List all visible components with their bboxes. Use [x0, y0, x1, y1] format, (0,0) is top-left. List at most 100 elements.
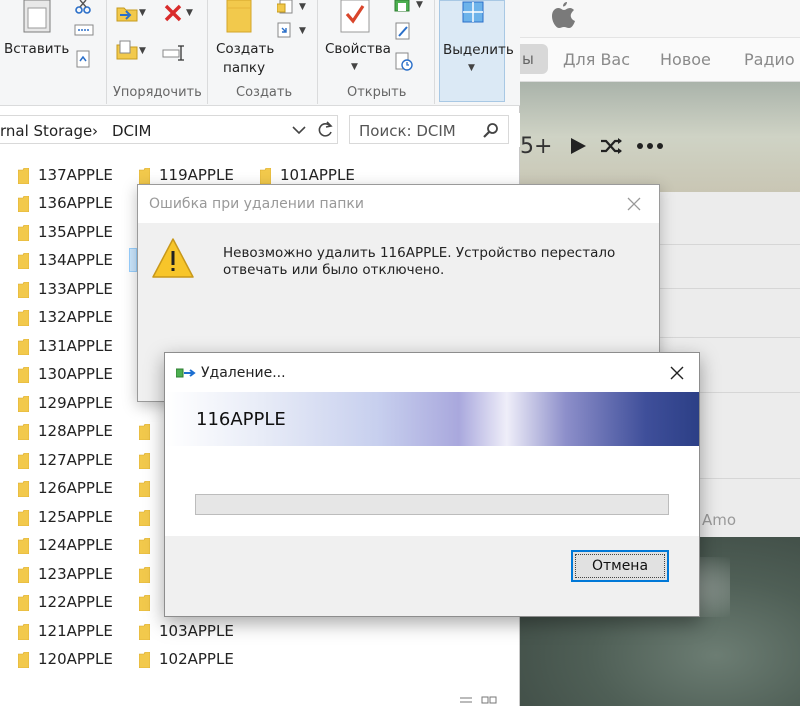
search-input[interactable]: Поиск: DCIM: [349, 115, 509, 144]
shuffle-icon[interactable]: [600, 136, 624, 156]
folder-name: 137APPLE: [38, 166, 113, 184]
folder-icon: [139, 652, 150, 668]
folder-name: 136APPLE: [38, 194, 113, 212]
refresh-icon[interactable]: [316, 121, 334, 139]
ribbon-separator: [207, 0, 208, 104]
address-bar-row: rnal Storage › DCIM Поиск: DCIM: [0, 113, 520, 147]
breadcrumb-dcim[interactable]: DCIM: [112, 122, 151, 140]
folder-name: 133APPLE: [38, 280, 113, 298]
new-folder-label-line1[interactable]: Создать: [216, 40, 274, 59]
deleting-item-name: 116APPLE: [196, 409, 286, 430]
address-history-chevron-icon[interactable]: [292, 125, 306, 135]
folder-name: 131APPLE: [38, 337, 113, 355]
tab-for-you[interactable]: Для Вас: [563, 50, 630, 69]
easy-access-dropdown-caret[interactable]: ▼: [299, 26, 306, 36]
folder-icon: [260, 168, 271, 184]
folder-icon: [18, 253, 29, 269]
folder-icon: [139, 453, 150, 469]
copy-path-icon[interactable]: [74, 24, 94, 36]
copy-to-dropdown-caret[interactable]: ▼: [139, 46, 146, 56]
folder-name: 132APPLE: [38, 308, 113, 326]
history-icon[interactable]: [394, 52, 414, 72]
folder-icon: [18, 538, 29, 554]
properties-label[interactable]: Свойства: [325, 40, 391, 59]
tab-new[interactable]: Новое: [660, 50, 711, 69]
breadcrumb-internal-storage[interactable]: rnal Storage: [0, 122, 92, 140]
folder-icon: [18, 652, 29, 668]
add-count-label: 5+: [520, 134, 553, 159]
ribbon-separator: [434, 0, 435, 104]
new-folder-icon[interactable]: [224, 0, 254, 34]
folder-name: 128APPLE: [38, 422, 113, 440]
delete-progress-dialog: Удаление... 116APPLE Отмена: [164, 352, 700, 617]
folder-name: 127APPLE: [38, 451, 113, 469]
paste-label[interactable]: Вставить: [4, 40, 69, 59]
open-icon[interactable]: [394, 0, 412, 12]
folder-name: 120APPLE: [38, 650, 113, 668]
folder-icon: [18, 168, 29, 184]
properties-dropdown-caret[interactable]: ▼: [351, 62, 358, 72]
play-icon[interactable]: [568, 136, 588, 156]
delete-progress-icon: [176, 368, 196, 378]
view-toggle-icons[interactable]: [458, 694, 498, 706]
search-icon[interactable]: [483, 122, 499, 138]
delete-dropdown-caret[interactable]: ▼: [186, 8, 193, 18]
properties-icon[interactable]: [340, 0, 370, 34]
folder-name: 101APPLE: [280, 166, 355, 184]
apple-logo-icon: [552, 2, 575, 28]
select-label: Выделить: [443, 42, 514, 58]
selected-folder-highlight: [129, 248, 137, 272]
ribbon: Вставить ▼ ▼ ▼ Упорядочить Создать папку…: [0, 0, 520, 106]
delete-item-banner: 116APPLE: [165, 392, 699, 446]
cut-icon[interactable]: [74, 0, 92, 14]
address-bar[interactable]: rnal Storage › DCIM: [0, 115, 338, 144]
copy-to-icon[interactable]: [116, 40, 138, 60]
new-item-dropdown-caret[interactable]: ▼: [299, 2, 306, 12]
folder-icon: [139, 168, 150, 184]
move-to-dropdown-caret[interactable]: ▼: [139, 8, 146, 18]
delete-progress-bar: [195, 494, 669, 515]
folder-name: 119APPLE: [159, 166, 234, 184]
folder-name: 123APPLE: [38, 565, 113, 583]
folder-icon: [18, 310, 29, 326]
folder-name: 122APPLE: [38, 593, 113, 611]
tab-browse-selected[interactable]: ы: [520, 44, 548, 74]
playlist-controls: 5+: [520, 128, 690, 164]
rename-icon[interactable]: [162, 44, 184, 62]
cancel-button[interactable]: Отмена: [571, 550, 669, 582]
delete-dialog-footer: Отмена: [165, 536, 699, 616]
open-dropdown-caret[interactable]: ▼: [416, 0, 423, 10]
edit-icon[interactable]: [394, 22, 412, 40]
group-organize-label: Упорядочить: [113, 85, 202, 100]
paste-icon[interactable]: [22, 0, 52, 34]
error-message-line1: Невозможно удалить 116APPLE. Устройство …: [223, 245, 616, 261]
folder-name: 102APPLE: [159, 650, 234, 668]
paste-shortcut-icon[interactable]: [76, 50, 90, 68]
music-topbar: [520, 0, 800, 38]
folder-icon: [18, 624, 29, 640]
more-icon[interactable]: [636, 142, 664, 150]
folder-name: 129APPLE: [38, 394, 113, 412]
tab-radio[interactable]: Радио: [744, 50, 795, 69]
folder-icon: [18, 595, 29, 611]
search-placeholder: Поиск: DCIM: [359, 122, 456, 140]
folder-icon: [139, 510, 150, 526]
folder-icon: [18, 510, 29, 526]
folder-icon: [18, 453, 29, 469]
move-to-icon[interactable]: [116, 4, 138, 22]
close-icon[interactable]: [665, 362, 689, 384]
folder-icon: [139, 538, 150, 554]
folder-name: 126APPLE: [38, 479, 113, 497]
folder-name: 124APPLE: [38, 536, 113, 554]
delete-dialog-title: Удаление...: [201, 365, 286, 381]
breadcrumb-separator[interactable]: ›: [92, 122, 98, 140]
new-folder-label-line2[interactable]: папку: [223, 59, 265, 78]
folder-icon: [139, 567, 150, 583]
select-button[interactable]: Выделить ▼: [439, 0, 514, 102]
delete-dialog-titlebar: Удаление...: [165, 353, 699, 391]
new-item-icon[interactable]: [277, 0, 297, 14]
easy-access-icon[interactable]: [277, 22, 293, 38]
delete-icon[interactable]: [163, 4, 183, 22]
close-icon[interactable]: [622, 193, 646, 215]
warning-icon: [152, 238, 194, 278]
